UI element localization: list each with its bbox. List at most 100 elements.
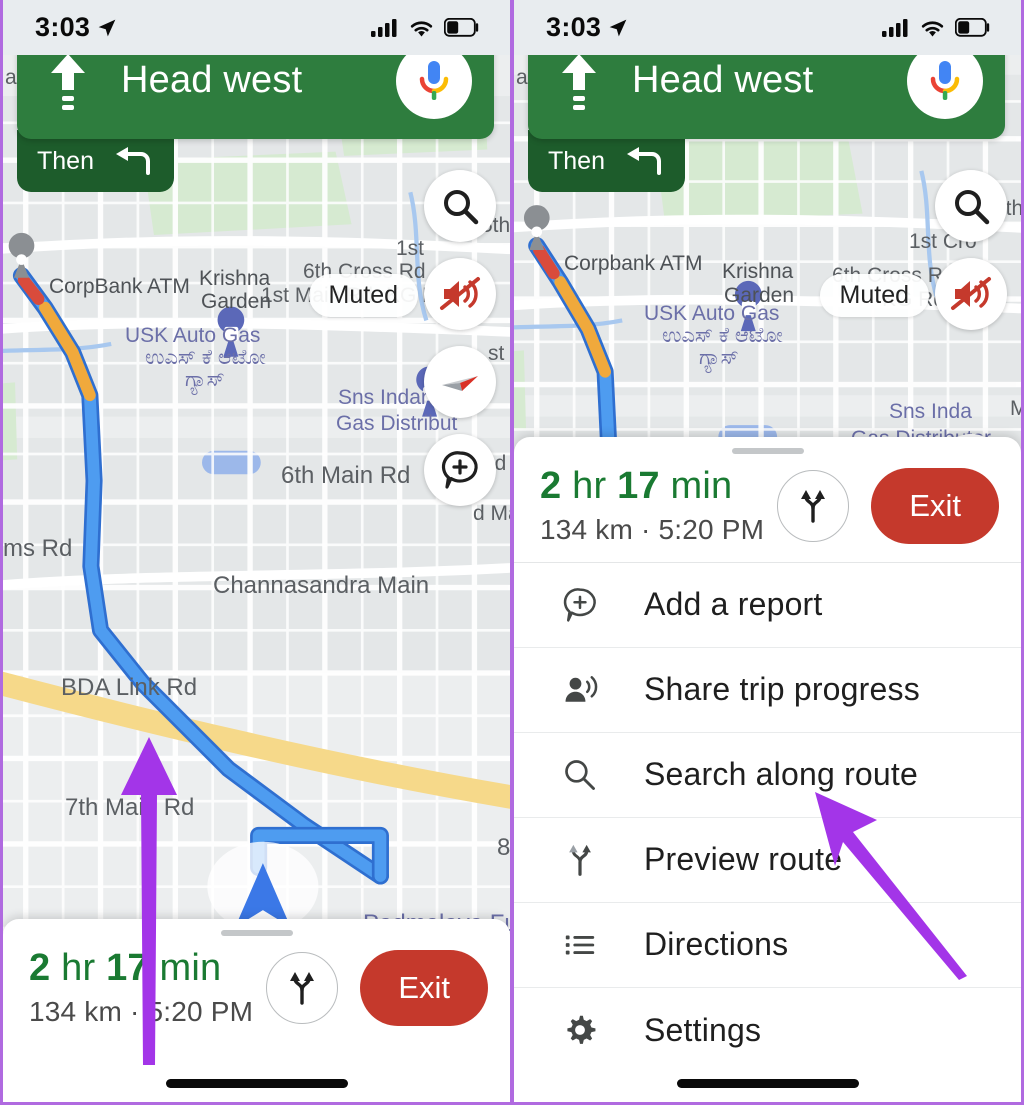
map-label: 7th Main Rd bbox=[65, 794, 195, 821]
muted-status-pill: Muted bbox=[308, 274, 418, 317]
map-label: Channasandra Main bbox=[213, 572, 430, 599]
eta-minutes-unit: min bbox=[159, 947, 222, 990]
menu-item-share-trip-progress[interactable]: Share trip progress bbox=[514, 648, 1021, 733]
map-label: ಗ್ಯಾಸ್ bbox=[699, 346, 739, 369]
menu-item-label: Directions bbox=[644, 926, 789, 963]
google-assistant-mic-icon bbox=[419, 60, 449, 100]
wifi-icon bbox=[921, 20, 944, 36]
exit-navigation-button-right[interactable]: Exit bbox=[871, 467, 999, 544]
menu-item-directions[interactable]: Directions bbox=[514, 903, 1021, 988]
map-label: BDA Link Rd bbox=[61, 674, 198, 701]
map-search-button[interactable] bbox=[424, 170, 496, 242]
menu-item-label: Add a report bbox=[644, 586, 823, 623]
map-label: CorpBank ATM bbox=[49, 275, 190, 298]
mute-toggle-button[interactable] bbox=[424, 258, 496, 330]
map-label: USK Auto Gas bbox=[644, 302, 780, 325]
search-icon bbox=[444, 190, 479, 225]
trip-info-right: 2 hr 17 min 134 km · 5:20 PM bbox=[540, 465, 777, 546]
map-search-button-right[interactable] bbox=[935, 170, 1007, 242]
eta-minutes-right: 17 bbox=[617, 465, 660, 507]
preview-route-icon bbox=[558, 838, 602, 882]
eta-hours: 2 bbox=[29, 947, 51, 990]
phone-screenshot-left: alya Rd6th Cross Rd5th1st1st Main RdKG R… bbox=[0, 0, 512, 1105]
map-label: 1st bbox=[396, 237, 425, 260]
navigation-options-menu: Add a report Share trip progress Search … bbox=[514, 561, 1021, 1073]
add-report-button[interactable] bbox=[424, 434, 496, 506]
eta-duration-right: 2 hr 17 min bbox=[540, 465, 777, 508]
trip-info: 2 hr 17 min 134 km · 5:20 PM bbox=[29, 947, 266, 1028]
location-arrow-icon bbox=[609, 19, 627, 36]
trip-summary-row-right: 2 hr 17 min 134 km · 5:20 PM Exit bbox=[514, 454, 1021, 562]
menu-item-label: Settings bbox=[644, 1011, 762, 1048]
then-maneuver-chip-right: Then bbox=[528, 130, 685, 192]
instruction-text-right: Head west bbox=[632, 59, 814, 101]
map-label: Gas Distribut bbox=[336, 412, 458, 435]
menu-item-add-a-report[interactable]: Add a report bbox=[514, 563, 1021, 648]
status-indicators-right bbox=[882, 18, 991, 38]
clock-label: 3:03 bbox=[35, 12, 91, 42]
menu-item-search-along-route[interactable]: Search along route bbox=[514, 733, 1021, 818]
map-label: Corpbank ATM bbox=[564, 252, 703, 275]
volume-muted-icon bbox=[951, 277, 991, 310]
map-label: d Main R bbox=[473, 502, 510, 525]
eta-hours-unit: hr bbox=[61, 947, 96, 990]
compass-button[interactable] bbox=[424, 346, 496, 418]
compass-icon bbox=[442, 376, 478, 391]
home-indicator-left bbox=[165, 1079, 348, 1088]
eta-duration: 2 hr 17 min bbox=[29, 947, 266, 990]
map-label: st M bbox=[488, 342, 510, 365]
map-label: Ma bbox=[1010, 397, 1021, 421]
side-by-side-screenshot-pair: alya Rd6th Cross Rd5th1st1st Main RdKG R… bbox=[0, 0, 1024, 1105]
turn-left-icon bbox=[115, 147, 150, 175]
status-bar-right: 3:03 bbox=[514, 0, 1021, 55]
menu-item-label: Share trip progress bbox=[644, 671, 920, 708]
trip-distance-arrival: 134 km · 5:20 PM bbox=[29, 996, 254, 1027]
trip-bottom-sheet-left[interactable]: 2 hr 17 min 134 km · 5:20 PM Exit bbox=[3, 919, 510, 1102]
eta-minutes: 17 bbox=[106, 947, 149, 990]
map-label: ಉಎಸ್ ಕೆ ಆಟೋ bbox=[662, 324, 783, 347]
map-label: ms Rd bbox=[3, 535, 73, 562]
map-label: 6th Main Rd bbox=[281, 462, 411, 489]
route-alternatives-icon bbox=[801, 489, 826, 523]
google-assistant-mic-icon bbox=[930, 60, 960, 100]
menu-item-settings[interactable]: Settings bbox=[514, 988, 1021, 1073]
battery-low-icon bbox=[444, 18, 479, 37]
map-label: USK Auto Gas bbox=[125, 324, 261, 347]
turn-left-icon bbox=[626, 147, 661, 175]
location-arrow-icon bbox=[98, 19, 116, 36]
map-label: ಉಎಸ್ ಕೆ ಆಟೋ bbox=[145, 346, 266, 369]
home-indicator-right bbox=[676, 1079, 859, 1088]
status-bar-left: 3:03 bbox=[3, 0, 510, 55]
route-alternatives-icon bbox=[290, 972, 315, 1005]
map-label: ಗ್ಯಾಸ್ bbox=[185, 368, 225, 391]
instruction-text: Head west bbox=[121, 59, 303, 101]
share-trip-icon bbox=[558, 668, 602, 712]
navigation-options-sheet[interactable]: 2 hr 17 min 134 km · 5:20 PM Exit Add a … bbox=[514, 437, 1021, 1102]
then-label: Then bbox=[37, 146, 94, 175]
search-icon bbox=[558, 753, 602, 797]
exit-navigation-button[interactable]: Exit bbox=[360, 950, 488, 1027]
route-alternatives-button-right[interactable] bbox=[777, 469, 850, 542]
volume-muted-icon bbox=[440, 277, 480, 310]
wifi-icon bbox=[410, 20, 433, 36]
vehicle-marker bbox=[207, 841, 319, 932]
clock-label-right: 3:03 bbox=[546, 12, 602, 42]
menu-item-preview-route[interactable]: Preview route bbox=[514, 818, 1021, 903]
directions-list-icon bbox=[558, 923, 602, 967]
status-indicators bbox=[371, 18, 480, 38]
add-report-icon bbox=[441, 451, 478, 489]
trip-summary-row: 2 hr 17 min 134 km · 5:20 PM Exit bbox=[3, 936, 510, 1044]
eta-hours-unit-right: hr bbox=[572, 465, 607, 507]
arrow-straight-up-icon bbox=[51, 53, 85, 110]
trip-distance-arrival-right: 134 km · 5:20 PM bbox=[540, 513, 765, 545]
then-maneuver-chip: Then bbox=[17, 130, 174, 192]
mute-toggle-button-right[interactable] bbox=[935, 258, 1007, 330]
gear-icon bbox=[558, 1008, 602, 1052]
map-label: Krishna bbox=[722, 260, 794, 283]
battery-low-icon bbox=[955, 18, 990, 37]
cellular-signal-icon bbox=[371, 18, 397, 37]
add-report-icon bbox=[558, 583, 602, 627]
map-label: 8t bbox=[497, 834, 510, 861]
status-time-group: 3:03 bbox=[35, 12, 117, 43]
route-alternatives-button[interactable] bbox=[266, 952, 339, 1025]
